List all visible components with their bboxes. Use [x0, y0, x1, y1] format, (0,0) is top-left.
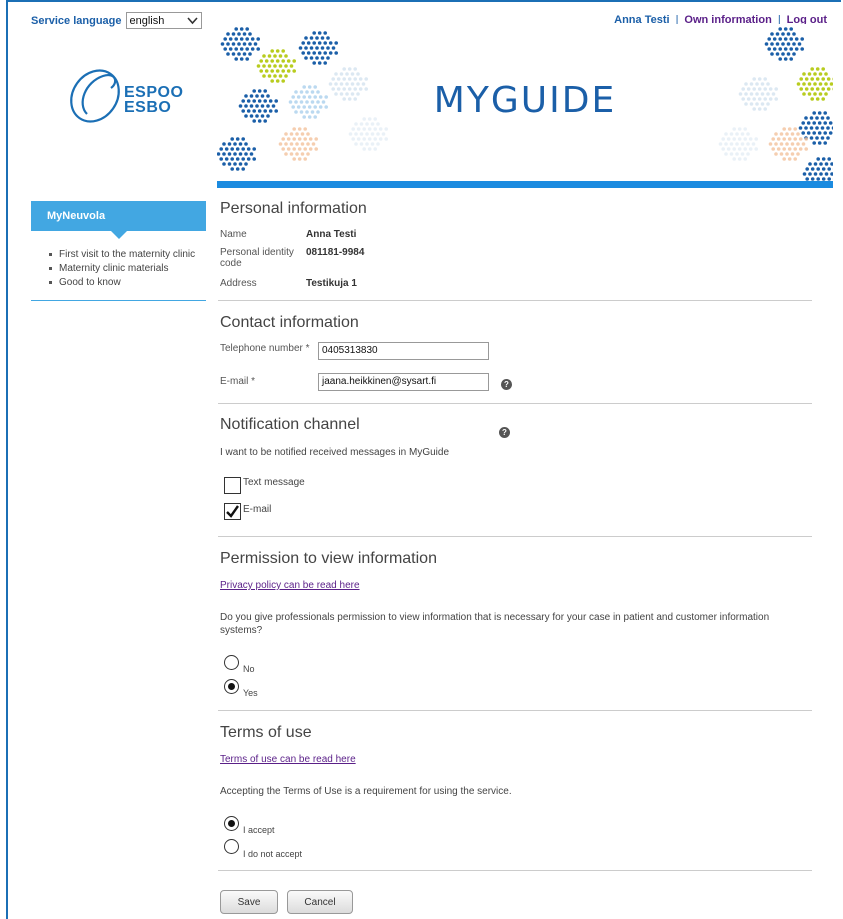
address-value: Testikuja 1: [306, 278, 357, 289]
cancel-button[interactable]: Cancel: [287, 890, 353, 914]
divider: [218, 300, 812, 301]
banner-title-guide: GUIDE: [490, 80, 617, 121]
email-option-label: E-mail: [243, 504, 272, 515]
email-label: E-mail *: [220, 376, 256, 387]
notification-title: Notification channel: [220, 416, 360, 433]
permission-no-radio[interactable]: [224, 655, 239, 670]
terms-title: Terms of use: [220, 724, 312, 741]
personal-info-title: Personal information: [220, 200, 367, 217]
sidebar-divider: [31, 300, 206, 301]
personal-id-label: Personal identity code: [220, 247, 294, 269]
notification-description: I want to be notified received messages …: [220, 447, 450, 458]
sidebar-item-materials[interactable]: Maternity clinic materials: [49, 263, 206, 274]
terms-description: Accepting the Terms of Use is a requirem…: [220, 786, 512, 797]
personal-id-value: 081181-9984: [306, 247, 365, 258]
accept-label: I accept: [243, 825, 275, 835]
terms-link[interactable]: Terms of use can be read here: [220, 754, 356, 765]
language-select[interactable]: english: [125, 12, 202, 29]
save-button[interactable]: Save: [220, 890, 278, 914]
do-not-accept-radio[interactable]: [224, 839, 239, 854]
logo-line-2: ESBO: [124, 99, 172, 116]
text-message-label: Text message: [243, 477, 305, 488]
phone-input[interactable]: 0405313830: [318, 342, 489, 360]
banner-title-my: MY: [433, 80, 491, 121]
sidebar-heading[interactable]: MyNeuvola: [31, 201, 206, 239]
do-not-accept-label: I do not accept: [243, 849, 303, 859]
name-value: Anna Testi: [306, 229, 357, 240]
logo-line-1: ESPOO: [124, 84, 184, 101]
language-label: Service language: [31, 14, 122, 27]
privacy-policy-link[interactable]: Privacy policy can be read here: [220, 580, 360, 591]
permission-title: Permission to view information: [220, 550, 437, 567]
phone-label: Telephone number *: [220, 343, 310, 354]
divider: [218, 403, 812, 404]
espoo-logo[interactable]: ESPOO ESBO: [67, 64, 184, 126]
name-label: Name: [220, 229, 247, 240]
divider: [218, 870, 812, 871]
language-selector-group: Service language english: [31, 12, 202, 29]
checkmark-icon: [226, 505, 239, 518]
header-banner: MYGUIDE: [217, 24, 833, 188]
sidebar-list: First visit to the maternity clinic Mate…: [31, 249, 206, 288]
language-value: english: [129, 14, 165, 27]
permission-yes-label: Yes: [243, 688, 258, 698]
email-checkbox[interactable]: [224, 503, 241, 520]
banner-title: MYGUIDE: [217, 80, 833, 121]
divider: [218, 710, 812, 711]
email-input[interactable]: jaana.heikkinen@sysart.fi: [318, 373, 489, 391]
accept-radio[interactable]: [224, 816, 239, 831]
permission-no-label: No: [243, 664, 255, 674]
espoo-logo-mark: [70, 69, 120, 123]
chevron-down-icon: [186, 16, 198, 24]
help-icon[interactable]: ?: [501, 379, 512, 390]
banner-bar: [217, 181, 833, 188]
divider: [218, 536, 812, 537]
address-label: Address: [220, 278, 257, 289]
text-message-checkbox[interactable]: [224, 477, 241, 494]
logo-text: ESPOO ESBO: [124, 84, 184, 116]
permission-question: Do you give professionals permission to …: [220, 612, 770, 636]
contact-info-title: Contact information: [220, 314, 359, 331]
help-icon[interactable]: ?: [499, 427, 510, 438]
sidebar-item-good-to-know[interactable]: Good to know: [49, 277, 206, 288]
sidebar-item-first-visit[interactable]: First visit to the maternity clinic: [49, 249, 199, 260]
permission-yes-radio[interactable]: [224, 679, 239, 694]
sidebar: MyNeuvola First visit to the maternity c…: [31, 201, 206, 301]
